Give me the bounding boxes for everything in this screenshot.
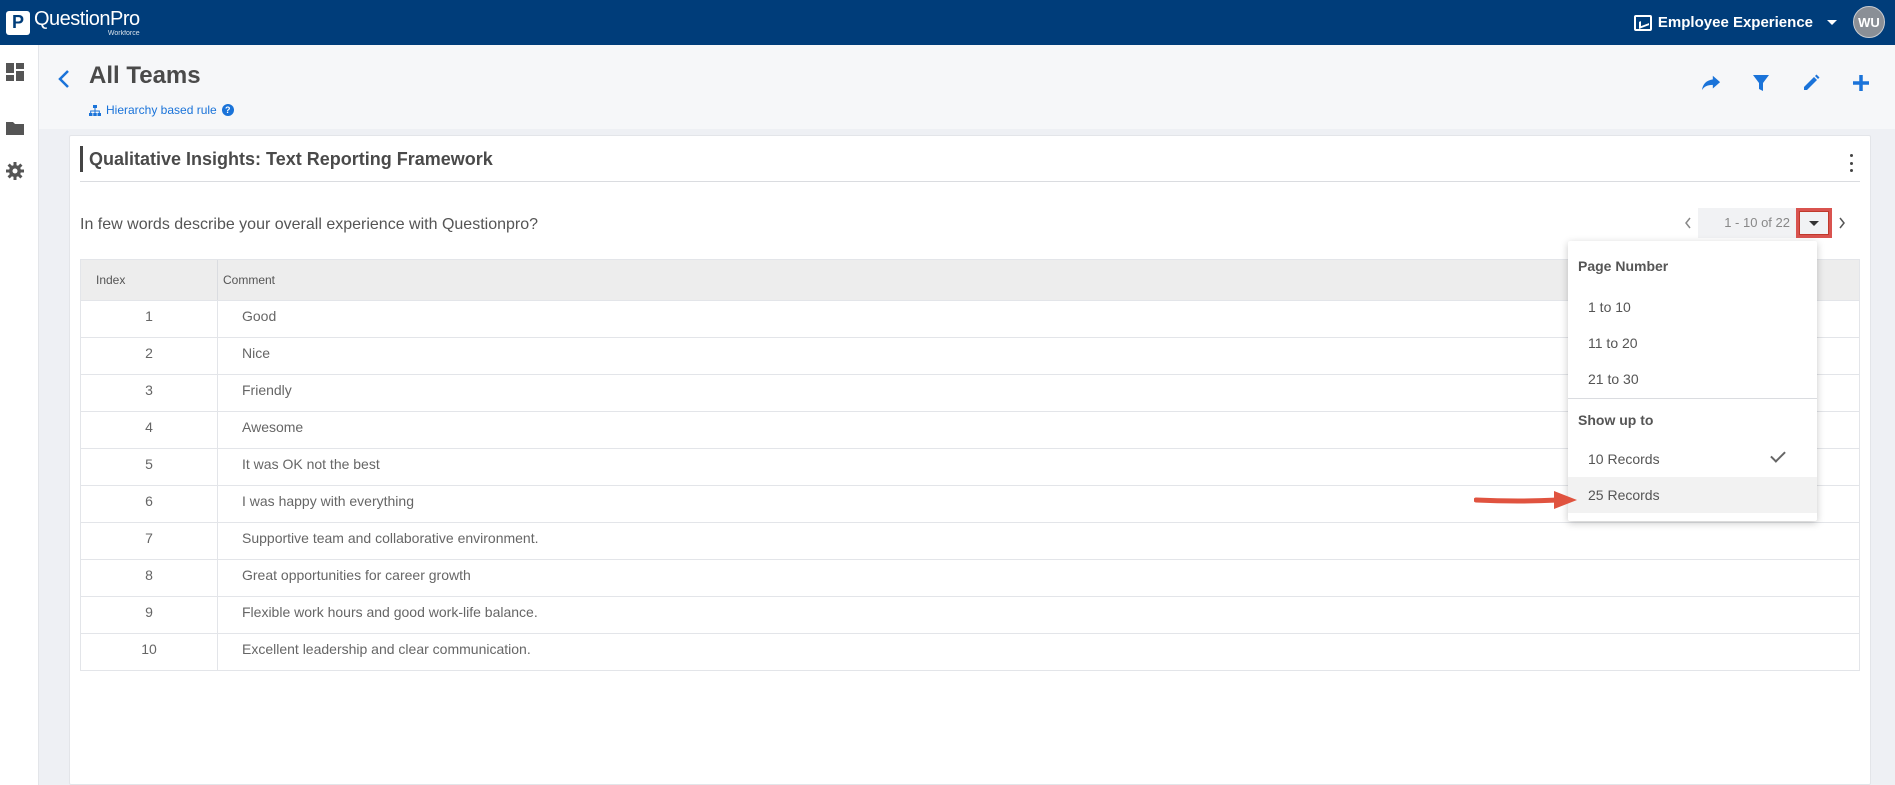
annotation-arrow-icon bbox=[1474, 491, 1577, 509]
table-row: 7 Supportive team and collaborative envir… bbox=[81, 522, 1859, 559]
more-options-icon[interactable] bbox=[1844, 154, 1858, 172]
column-header-comment[interactable]: Comment bbox=[218, 273, 275, 287]
row-comment: Flexible work hours and good work-life b… bbox=[242, 604, 538, 620]
table-row: 10 Excellent leadership and clear communi… bbox=[81, 633, 1859, 670]
logo-name: QuestionPro bbox=[34, 7, 140, 30]
question-text: In few words describe your overall exper… bbox=[80, 216, 539, 233]
checkmark-icon bbox=[1770, 447, 1786, 463]
help-icon[interactable]: ? bbox=[221, 104, 234, 116]
chevron-left-icon[interactable] bbox=[1678, 208, 1698, 238]
chart-monitor-icon bbox=[1633, 14, 1652, 31]
gear-icon[interactable] bbox=[5, 161, 25, 181]
chevron-right-icon[interactable] bbox=[1832, 208, 1852, 238]
row-index: 9 bbox=[81, 597, 218, 633]
row-index: 5 bbox=[81, 449, 218, 485]
row-index: 6 bbox=[81, 486, 218, 522]
hierarchy-rule-link[interactable]: Hierarchy based rule ? bbox=[89, 103, 234, 117]
edit-icon[interactable] bbox=[1801, 73, 1821, 93]
row-index: 10 bbox=[81, 634, 218, 670]
records-option-25[interactable]: 25 Records bbox=[1568, 477, 1817, 513]
header-toolbar bbox=[1701, 73, 1871, 93]
filter-icon[interactable] bbox=[1751, 73, 1771, 93]
page-option[interactable]: 11 to 20 bbox=[1568, 325, 1817, 361]
row-index: 3 bbox=[81, 375, 218, 411]
hierarchy-rule-label: Hierarchy based rule bbox=[106, 103, 217, 117]
caret-down-icon bbox=[1809, 220, 1819, 226]
plus-icon[interactable] bbox=[1851, 73, 1871, 93]
chevron-down-icon bbox=[1827, 20, 1837, 25]
show-up-to-heading: Show up to bbox=[1578, 412, 1654, 428]
hierarchy-icon bbox=[89, 104, 101, 116]
page-number-heading: Page Number bbox=[1578, 258, 1669, 274]
row-comment: Awesome bbox=[242, 419, 304, 435]
row-comment: Nice bbox=[242, 345, 271, 361]
dashboard-icon[interactable] bbox=[5, 62, 25, 82]
page-title: All Teams bbox=[89, 62, 201, 89]
pagination: 1 - 10 of 22 bbox=[1678, 208, 1852, 238]
card-title: Qualitative Insights: Text Reporting Fra… bbox=[80, 146, 493, 172]
page-option[interactable]: 21 to 30 bbox=[1568, 361, 1817, 397]
row-comment: Friendly bbox=[242, 382, 292, 398]
row-index: 2 bbox=[81, 338, 218, 374]
pagination-range: 1 - 10 of 22 bbox=[1698, 208, 1796, 238]
divider bbox=[1568, 398, 1817, 399]
folder-icon[interactable] bbox=[5, 118, 25, 138]
logo-subtitle: Workforce bbox=[107, 29, 140, 37]
page-header: All Teams Hierarchy based rule ? bbox=[39, 45, 1895, 129]
pagination-menu: Page Number 1 to 10 11 to 20 21 to 30 Sh… bbox=[1568, 241, 1817, 521]
records-option-label: 25 Records bbox=[1588, 487, 1660, 503]
row-index: 1 bbox=[81, 301, 218, 337]
row-index: 7 bbox=[81, 523, 218, 559]
row-comment: Good bbox=[242, 308, 277, 324]
product-switcher[interactable]: Employee Experience bbox=[1633, 0, 1837, 45]
pagination-dropdown-button[interactable] bbox=[1796, 208, 1832, 238]
row-index: 4 bbox=[81, 412, 218, 448]
left-sidebar bbox=[0, 45, 39, 785]
chevron-left-icon[interactable] bbox=[57, 67, 71, 93]
page-option[interactable]: 1 to 10 bbox=[1568, 289, 1817, 325]
row-comment: Supportive team and collaborative enviro… bbox=[242, 530, 539, 546]
row-index: 8 bbox=[81, 560, 218, 596]
share-icon[interactable] bbox=[1701, 73, 1721, 93]
logo-mark: P bbox=[6, 10, 30, 35]
row-comment: I was happy with everything bbox=[242, 493, 414, 509]
records-option-label: 10 Records bbox=[1588, 451, 1660, 467]
row-comment: Great opportunities for career growth bbox=[242, 567, 471, 583]
row-comment: Excellent leadership and clear communica… bbox=[242, 641, 531, 657]
divider bbox=[80, 181, 1860, 182]
table-row: 9 Flexible work hours and good work-life … bbox=[81, 596, 1859, 633]
top-bar: P QuestionPro Workforce Employee Experie… bbox=[0, 0, 1895, 45]
table-row: 8 Great opportunities for career growth bbox=[81, 559, 1859, 596]
column-header-index[interactable]: Index bbox=[81, 260, 218, 300]
avatar[interactable]: WU bbox=[1853, 6, 1885, 38]
row-comment: It was OK not the best bbox=[242, 456, 380, 472]
product-name: Employee Experience bbox=[1657, 14, 1813, 31]
logo[interactable]: P QuestionPro Workforce bbox=[6, 9, 140, 37]
records-option-10[interactable]: 10 Records bbox=[1568, 441, 1817, 477]
